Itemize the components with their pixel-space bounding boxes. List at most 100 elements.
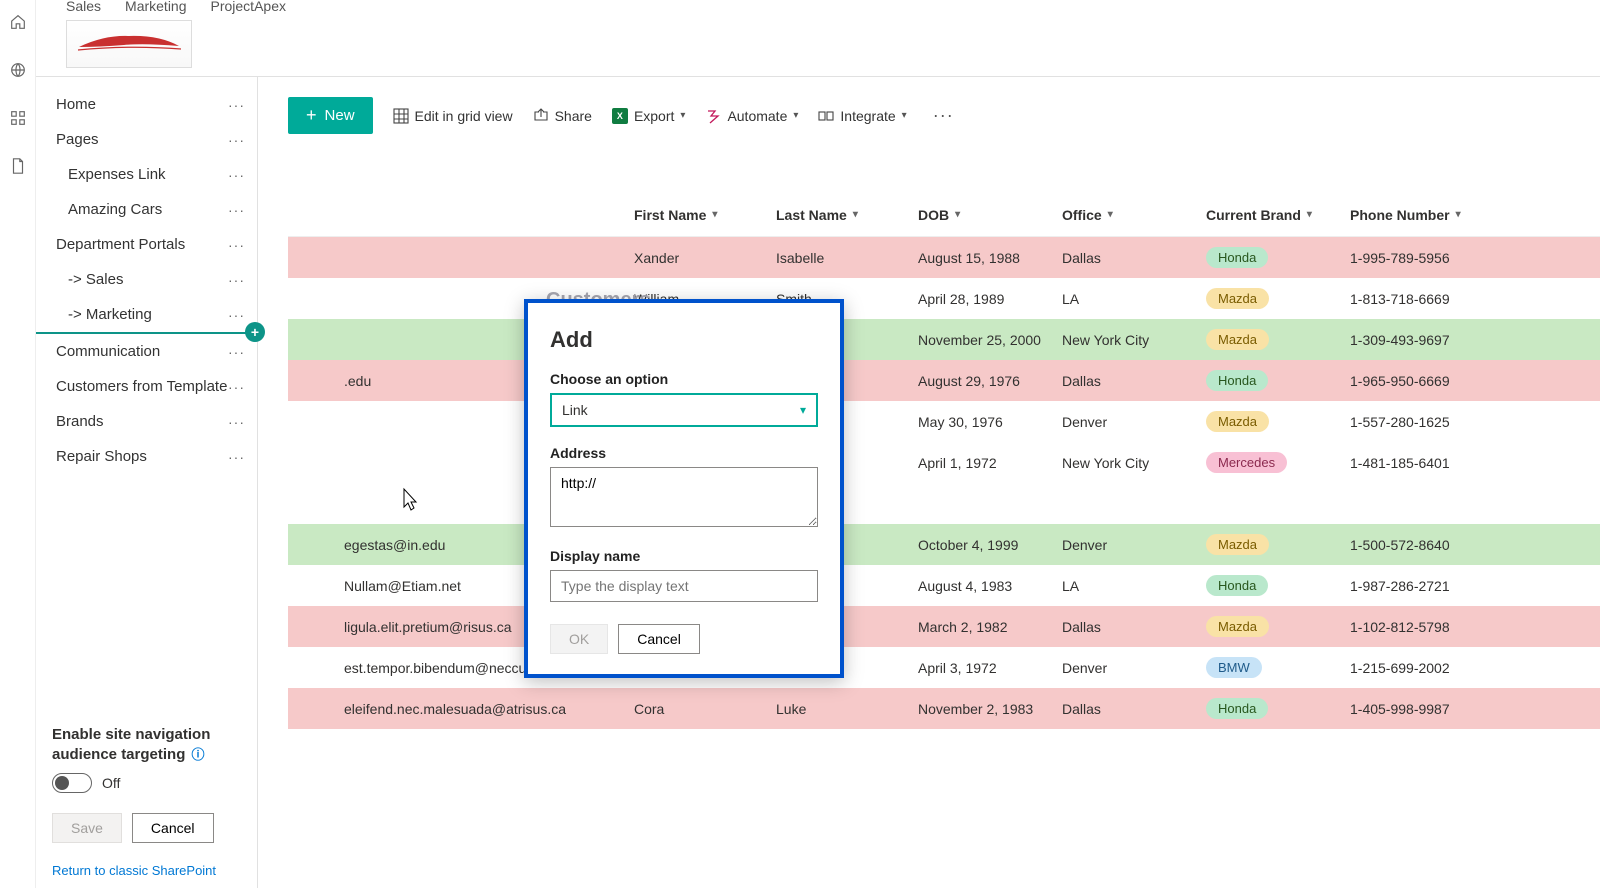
brand-pill: Mercedes	[1206, 452, 1287, 473]
cell-office: Denver	[1062, 660, 1206, 676]
cell-brand: Mazda	[1206, 616, 1350, 637]
cell-last-name: Isabelle	[776, 250, 918, 266]
integrate-button[interactable]: Integrate ▾	[818, 108, 906, 124]
display-name-label: Display name	[550, 548, 818, 564]
table-row[interactable]: est.tempor.bibendum@neccursusa.comPaloma…	[288, 647, 1600, 688]
cell-dob: April 28, 1989	[918, 291, 1062, 307]
sidebar-item-home[interactable]: Home···	[52, 87, 249, 122]
globe-icon[interactable]	[8, 60, 28, 80]
apps-icon[interactable]	[8, 108, 28, 128]
hub-link-projectapex[interactable]: ProjectApex	[211, 0, 286, 16]
audience-toggle[interactable]	[52, 773, 92, 793]
cell-dob: October 4, 1999	[918, 537, 1062, 553]
table-row[interactable]: JasonZeleniaApril 1, 1972New York CityMe…	[288, 442, 1600, 483]
cell-brand: Honda	[1206, 247, 1350, 268]
site-logo-band	[36, 16, 1600, 76]
brand-pill: Honda	[1206, 698, 1268, 719]
table-row[interactable]: CoraSmithNovember 25, 2000New York CityM…	[288, 319, 1600, 360]
col-office[interactable]: Office▾	[1062, 207, 1206, 223]
sidebar-item-communication[interactable]: Communication···	[52, 334, 249, 369]
modal-title: Add	[550, 327, 818, 353]
table-row[interactable]: eleifend.nec.malesuada@atrisus.caCoraLuk…	[288, 688, 1600, 729]
hub-link-marketing[interactable]: Marketing	[125, 0, 186, 16]
sidebar-item-brands[interactable]: Brands···	[52, 404, 249, 439]
sidebar-item-expenses-link[interactable]: Expenses Link···	[52, 157, 249, 192]
share-button[interactable]: Share	[533, 108, 592, 124]
cell-phone: 1-102-812-5798	[1350, 619, 1590, 635]
sidebar-item-customers-from-template[interactable]: Customers from Template···	[52, 369, 249, 404]
sidebar-item-department-portals[interactable]: Department Portals···	[52, 227, 249, 262]
return-classic-link[interactable]: Return to classic SharePoint	[52, 853, 249, 878]
more-icon[interactable]: ···	[228, 202, 245, 218]
sidebar: Home···Pages···Expenses Link···Amazing C…	[36, 77, 258, 888]
sidebar-item--marketing[interactable]: -> Marketing···	[52, 297, 249, 332]
data-grid: First Name▾ Last Name▾ DOB▾ Office▾ Curr…	[288, 193, 1600, 729]
chevron-down-icon: ▾	[853, 209, 858, 220]
col-brand[interactable]: Current Brand▾	[1206, 207, 1350, 223]
brand-pill: Honda	[1206, 247, 1268, 268]
more-icon[interactable]: ···	[228, 307, 245, 323]
table-row[interactable]: egestas@in.eduLinusNelleOctober 4, 1999D…	[288, 524, 1600, 565]
brand-pill: Mazda	[1206, 288, 1269, 309]
more-icon[interactable]: ···	[228, 167, 245, 183]
more-icon[interactable]: ···	[228, 379, 245, 395]
cell-first-name: Xander	[634, 250, 776, 266]
address-input[interactable]	[550, 467, 818, 527]
table-row[interactable]: Nullam@Etiam.netChandaGiacomoAugust 4, 1…	[288, 565, 1600, 606]
col-dob[interactable]: DOB▾	[918, 207, 1062, 223]
cell-brand: Honda	[1206, 575, 1350, 596]
home-icon[interactable]	[8, 12, 28, 32]
automate-button[interactable]: Automate ▾	[705, 108, 798, 124]
cell-dob: March 2, 1982	[918, 619, 1062, 635]
cell-brand: Mercedes	[1206, 452, 1350, 473]
list-area: + New Edit in grid view Share	[258, 77, 1600, 888]
sidebar-item-repair-shops[interactable]: Repair Shops···	[52, 439, 249, 474]
export-button[interactable]: X Export ▾	[612, 108, 686, 124]
table-row[interactable]: JenniferSmithMay 30, 1976DenverMazda1-55…	[288, 401, 1600, 442]
more-icon[interactable]: ···	[228, 272, 245, 288]
display-name-input[interactable]	[550, 570, 818, 602]
more-icon[interactable]: ···	[228, 97, 245, 113]
new-button[interactable]: + New	[288, 97, 373, 134]
col-last-name[interactable]: Last Name▾	[776, 207, 918, 223]
cell-dob: April 1, 1972	[918, 455, 1062, 471]
grid-icon	[393, 108, 409, 124]
table-row[interactable]: XanderIsabelleAugust 15, 1988DallasHonda…	[288, 237, 1600, 278]
cell-phone: 1-557-280-1625	[1350, 414, 1590, 430]
sidebar-item--sales[interactable]: -> Sales···	[52, 262, 249, 297]
table-row[interactable]: WilliamSmithApril 28, 1989LAMazda1-813-7…	[288, 278, 1600, 319]
col-first-name[interactable]: First Name▾	[634, 207, 776, 223]
file-icon[interactable]	[8, 156, 28, 176]
more-icon[interactable]: ···	[228, 237, 245, 253]
more-actions-button[interactable]: ···	[927, 105, 960, 126]
address-label: Address	[550, 445, 818, 461]
sidebar-item-amazing-cars[interactable]: Amazing Cars···	[52, 192, 249, 227]
site-logo[interactable]	[66, 20, 192, 68]
more-icon[interactable]: ···	[228, 414, 245, 430]
choose-option-select[interactable]: Link ▾	[550, 393, 818, 427]
edit-grid-view-button[interactable]: Edit in grid view	[393, 108, 513, 124]
cell-dob: August 29, 1976	[918, 373, 1062, 389]
hub-link-sales[interactable]: Sales	[66, 0, 101, 16]
table-row[interactable]: ligula.elit.pretium@risus.caHectorCailin…	[288, 606, 1600, 647]
sidebar-item-pages[interactable]: Pages···	[52, 122, 249, 157]
more-icon[interactable]: ···	[228, 449, 245, 465]
cell-office: New York City	[1062, 455, 1206, 471]
add-link-modal: Add Choose an option Link ▾ Address Disp…	[524, 299, 844, 678]
cell-office: Dallas	[1062, 373, 1206, 389]
chevron-down-icon: ▾	[1456, 209, 1461, 220]
col-phone[interactable]: Phone Number▾	[1350, 207, 1590, 223]
sidebar-insert-divider[interactable]: +	[36, 332, 257, 334]
cell-dob: April 3, 1972	[918, 660, 1062, 676]
table-row[interactable]	[288, 483, 1600, 524]
hub-bar: Sales Marketing ProjectApex	[36, 0, 1600, 16]
more-icon[interactable]: ···	[228, 344, 245, 360]
info-icon[interactable]: ⓘ	[192, 747, 205, 762]
table-row[interactable]: .eduPriceSmithAugust 29, 1976DallasHonda…	[288, 360, 1600, 401]
more-icon[interactable]: ···	[228, 132, 245, 148]
chevron-down-icon: ▾	[712, 209, 717, 220]
modal-cancel-button[interactable]: Cancel	[618, 624, 700, 654]
cell-brand: BMW	[1206, 657, 1350, 678]
cancel-button[interactable]: Cancel	[132, 813, 214, 843]
audience-title: Enable site navigation audience targetin…	[52, 725, 249, 766]
